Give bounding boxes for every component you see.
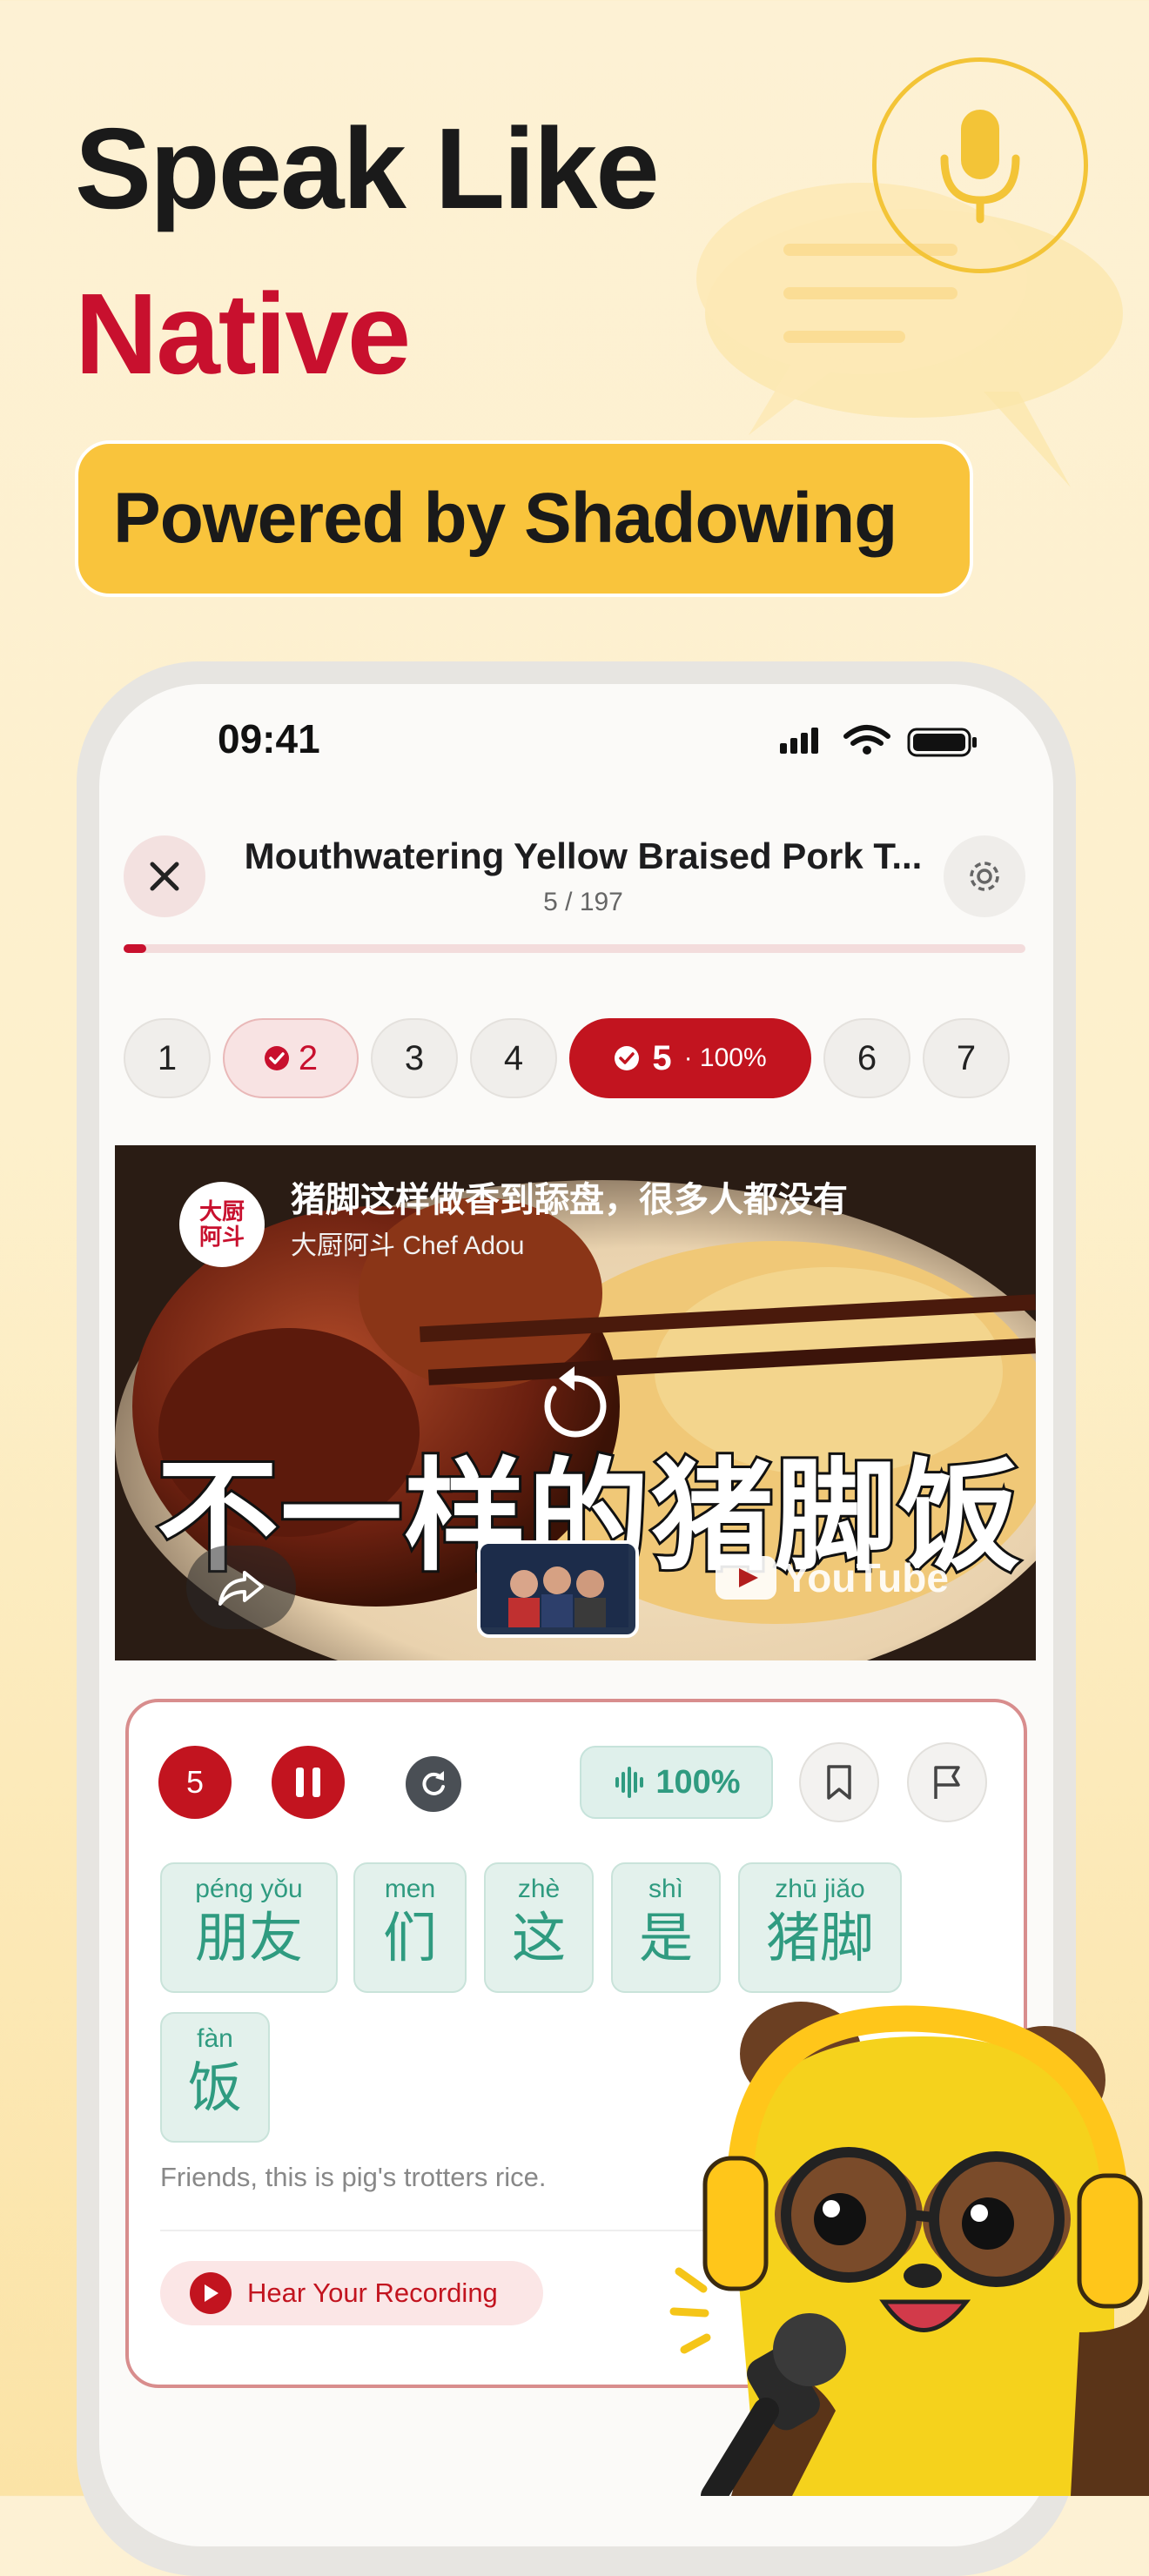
word-hanzi: 这 [511, 1909, 566, 1969]
word-pinyin: zhè [517, 1875, 561, 1903]
video-channel-name: 大厨阿斗 Chef Adou [291, 1231, 525, 1260]
bookmark-button[interactable] [799, 1742, 879, 1822]
hear-recording-label: Hear Your Recording [247, 2277, 498, 2308]
tagline-badge: Powered by Shadowing [75, 440, 973, 597]
check-circle-icon [615, 1046, 640, 1070]
sentence-chip-label: 7 [956, 1038, 977, 1077]
pronunciation-score-badge[interactable]: 100% [580, 1746, 773, 1819]
status-icons [780, 725, 977, 757]
share-icon [218, 1571, 264, 1606]
sentence-chip-label: 6 [857, 1038, 877, 1077]
gear-icon [970, 862, 999, 891]
headline-line-2: Native [75, 270, 411, 398]
word-card[interactable]: fàn 饭 [160, 2012, 270, 2143]
word-hanzi: 朋友 [194, 1909, 303, 1969]
bookmark-icon [827, 1765, 851, 1800]
close-icon [150, 862, 179, 891]
sentence-chip-row: 1 2 3 4 5 · 100% 6 7 [124, 1018, 1010, 1102]
voice-wave-icon [615, 1767, 644, 1798]
pause-icon [296, 1768, 320, 1797]
channel-avatar[interactable]: 大厨 阿斗 [179, 1182, 265, 1267]
hear-your-recording-button[interactable]: Hear Your Recording [160, 2261, 543, 2325]
sentence-chip-label: 3 [404, 1038, 425, 1077]
word-hanzi: 猪脚 [765, 1909, 874, 1969]
word-card[interactable]: shì 是 [611, 1862, 721, 1993]
video-title: 猪脚这样做香到舔盘，很多人都没有 [291, 1181, 848, 1219]
report-flag-button[interactable] [907, 1742, 987, 1822]
word-pinyin: zhū jiǎo [775, 1875, 865, 1903]
share-button[interactable] [186, 1546, 296, 1629]
microphone-icon [940, 110, 1020, 224]
flag-icon [934, 1766, 960, 1799]
wifi-icon [843, 725, 890, 746]
sparkle-lines-icon [669, 2267, 711, 2354]
sentence-chip-3[interactable]: 3 [371, 1018, 458, 1098]
sentence-chip-label: 5 [652, 1038, 672, 1077]
sentence-translation: Friends, this is pig's trotters rice. [160, 2162, 547, 2192]
settings-button[interactable] [944, 835, 1025, 917]
video-thumbnail-preview[interactable] [477, 1540, 639, 1638]
battery-icon [907, 728, 977, 757]
sentence-chip-4[interactable]: 4 [470, 1018, 557, 1098]
word-hanzi: 们 [382, 1909, 437, 1969]
sentence-chip-label: 4 [503, 1038, 524, 1077]
status-time: 09:41 [218, 716, 320, 761]
replay-sentence-button[interactable] [406, 1756, 461, 1812]
lesson-progress-fill [124, 944, 147, 953]
headline-line-1: Speak Like [75, 104, 660, 232]
sentence-number-badge: 5 [158, 1746, 232, 1819]
word-card[interactable]: men 们 [353, 1862, 467, 1993]
pause-button[interactable] [272, 1746, 345, 1819]
youtube-play-icon [716, 1556, 776, 1600]
word-card[interactable]: zhū jiǎo 猪脚 [738, 1862, 902, 1993]
refresh-icon [422, 1771, 445, 1795]
lesson-progress-track [124, 944, 1025, 953]
play-icon [190, 2272, 232, 2314]
word-hanzi: 是 [638, 1909, 693, 1969]
word-card[interactable]: péng yǒu 朋友 [160, 1862, 338, 1993]
youtube-watermark: YouTube [716, 1554, 949, 1601]
word-pinyin: shì [648, 1875, 684, 1903]
sentence-chip-6[interactable]: 6 [823, 1018, 910, 1098]
word-card[interactable]: zhè 这 [484, 1862, 594, 1993]
microphone-icon-badge [872, 57, 1088, 273]
sentence-chip-2[interactable]: 2 [223, 1018, 359, 1098]
sentence-chip-label: 2 [298, 1038, 319, 1077]
sentence-chip-1[interactable]: 1 [124, 1018, 211, 1098]
word-pinyin: men [384, 1875, 436, 1903]
word-pinyin: fàn [197, 2024, 233, 2053]
panda-mascot-illustration [669, 2002, 1149, 2496]
lesson-title: Mouthwatering Yellow Braised Pork T... [244, 835, 923, 876]
score-value: 100% [655, 1763, 741, 1801]
word-hanzi: 饭 [187, 2058, 242, 2118]
word-pinyin: péng yǒu [195, 1875, 303, 1903]
sentence-chip-7[interactable]: 7 [923, 1018, 1010, 1098]
sentence-chip-label: 1 [157, 1038, 178, 1077]
signal-icon [780, 728, 818, 754]
check-circle-icon [264, 1046, 289, 1070]
close-button[interactable] [124, 835, 205, 917]
sentence-chip-score: · 100% [683, 1043, 767, 1072]
sentence-counter: 5 / 197 [543, 888, 623, 916]
sentence-chip-5[interactable]: 5 · 100% [569, 1018, 811, 1098]
